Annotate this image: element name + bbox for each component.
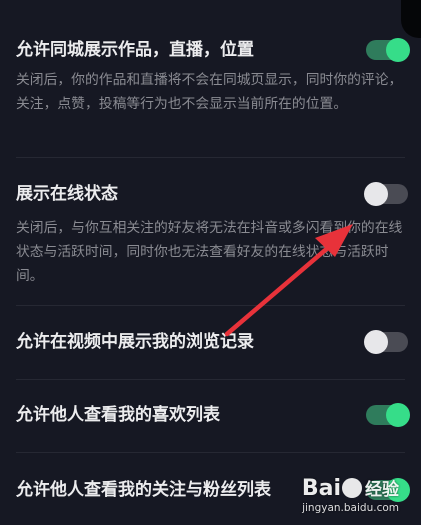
toggle-knob <box>386 478 410 502</box>
divider <box>16 452 405 453</box>
paw-icon <box>342 478 362 498</box>
divider <box>16 379 405 380</box>
toggle-switch[interactable] <box>366 403 410 427</box>
watermark-url: jingyan.baidu.com <box>302 502 399 514</box>
toggle-knob <box>386 403 410 427</box>
toggle-knob <box>364 330 388 354</box>
setting-title: 允许他人查看我的关注与粉丝列表 <box>16 480 271 500</box>
setting-title: 允许同城展示作品，直播，位置 <box>16 40 254 60</box>
toggle-switch[interactable] <box>366 478 410 502</box>
toggle-switch[interactable] <box>364 182 408 206</box>
toggle-switch[interactable] <box>364 330 408 354</box>
setting-description: 关闭后，与你互相关注的好友将无法在抖音或多闪看到你的在线状态与活跃时间，同时你也… <box>16 220 403 284</box>
toggle-switch[interactable] <box>366 38 410 62</box>
divider <box>16 305 405 306</box>
setting-title: 展示在线状态 <box>16 184 118 204</box>
divider <box>16 157 405 158</box>
setting-title: 允许他人查看我的喜欢列表 <box>16 405 220 425</box>
setting-title: 允许在视频中展示我的浏览记录 <box>16 332 254 352</box>
toggle-knob <box>386 38 410 62</box>
toggle-knob <box>364 182 388 206</box>
device-corner <box>401 0 421 38</box>
setting-description: 关闭后，你的作品和直播将不会在同城页显示，同时你的评论，关注，点赞，投稿等行为也… <box>16 72 403 112</box>
privacy-settings-screen: 允许同城展示作品，直播，位置 关闭后，你的作品和直播将不会在同城页显示，同时你的… <box>0 0 421 525</box>
